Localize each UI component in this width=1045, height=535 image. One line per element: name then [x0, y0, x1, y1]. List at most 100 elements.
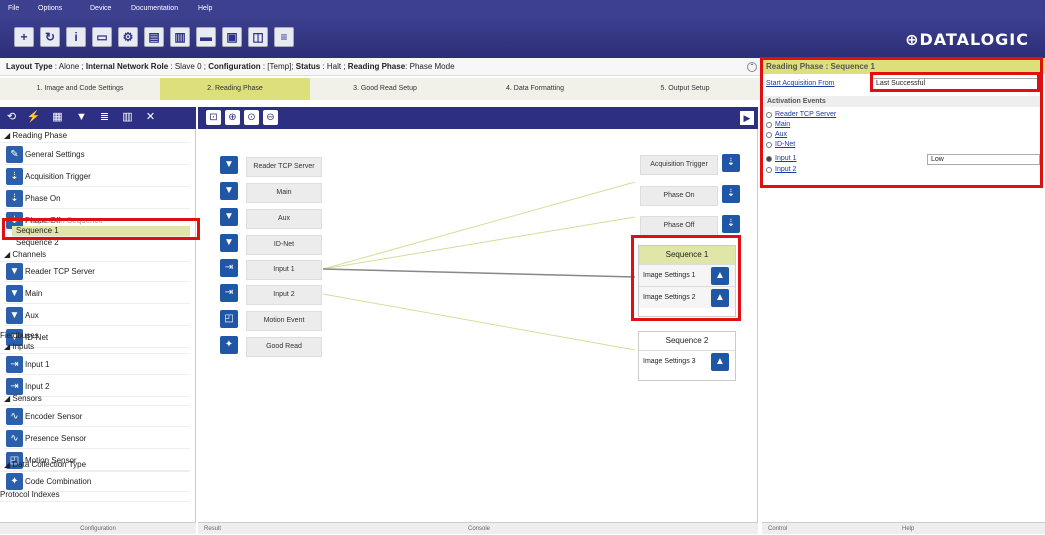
logo-mark-icon: ⊕ — [905, 30, 920, 49]
display-icon[interactable]: ▬ — [196, 27, 216, 47]
trigger-icon: ⇣ — [6, 168, 23, 185]
node-id-net[interactable]: ID-Net — [246, 235, 322, 255]
node-phase-on[interactable]: Phase On — [640, 186, 718, 206]
tree-label: General Settings — [25, 150, 85, 159]
input-icon: ⇥ — [6, 378, 23, 395]
sequence-1-block[interactable]: Sequence 1 Image Settings 1 ▲ Image Setti… — [638, 245, 736, 317]
event-label: Input 2 — [775, 166, 797, 173]
status-info-bar: Layout Type : Alone ; Internal Network R… — [0, 58, 760, 76]
configuration-tree-panel: ⟲ ⚡ ▦ ▼ ≣ ▥ ✕ ◢ Reading Phase ✎ General S… — [0, 107, 196, 534]
configuration-tab[interactable]: Configuration — [0, 522, 196, 534]
node-main[interactable]: Main — [246, 183, 322, 203]
tree-encoder-sensor[interactable]: ∿ Encoder Sensor — [4, 406, 190, 427]
image-settings-label: Image Settings 1 — [643, 272, 696, 279]
trigger-icon: ⇣ — [6, 190, 23, 207]
node-input-2[interactable]: Input 2 — [246, 285, 322, 305]
result-tab[interactable]: Result — [204, 523, 221, 535]
step-reading-phase[interactable]: 2. Reading Phase — [160, 78, 310, 100]
collapse-up-icon[interactable]: ⌃ — [747, 62, 757, 72]
tree-label: Code Combination — [25, 477, 92, 486]
device-icon[interactable]: ▤ — [144, 27, 164, 47]
list-icon[interactable]: ≣ — [97, 110, 112, 125]
image-settings-label: Image Settings 2 — [643, 294, 696, 301]
event-main[interactable]: Main — [766, 121, 790, 131]
activation-events-header: Activation Events — [764, 96, 1042, 107]
tree-fieldbuses[interactable]: Fieldbuses — [0, 331, 190, 341]
info-icon[interactable]: i — [66, 27, 86, 47]
configuration-value: [Temp] — [267, 62, 292, 71]
combination-icon: ✦ — [220, 336, 238, 354]
help-tab[interactable]: Help — [902, 523, 914, 535]
screen-icon[interactable]: ▣ — [222, 27, 242, 47]
tree-main[interactable]: ▼ Main — [4, 283, 190, 304]
reading-icon[interactable]: ⟲ — [4, 110, 19, 125]
node-aux[interactable]: Aux — [246, 209, 322, 229]
tree-presence-sensor[interactable]: ∿ Presence Sensor — [4, 428, 190, 449]
network-icon[interactable]: ◫ — [248, 27, 268, 47]
settings-icon[interactable]: ⚙ — [118, 27, 138, 47]
channel-icon[interactable]: ▼ — [74, 110, 89, 125]
menu-device[interactable]: Device — [90, 5, 111, 12]
node-motion-event[interactable]: Motion Event — [246, 311, 322, 331]
control-tab[interactable]: Control — [768, 523, 787, 535]
tree-sequence-2[interactable]: Sequence 2 — [12, 238, 190, 250]
tree-sequence-1[interactable]: Sequence 1 — [12, 226, 190, 237]
console-tab[interactable]: Console — [468, 523, 490, 535]
add-icon[interactable]: + — [14, 27, 34, 47]
event-input-2[interactable]: Input 2 — [766, 166, 796, 176]
event-aux[interactable]: Aux — [766, 131, 787, 141]
trigger-icon: ⇣ — [722, 154, 740, 172]
event-input-1[interactable]: Input 1 — [766, 155, 796, 165]
menu-bar: File Options Device Documentation Help — [0, 0, 1045, 20]
refresh-icon[interactable]: ↻ — [40, 27, 60, 47]
encoder-icon[interactable]: ⚡ — [26, 110, 41, 125]
export-icon[interactable]: ≡ — [274, 27, 294, 47]
grid-icon[interactable]: ▦ — [50, 110, 65, 125]
sequence-2-block[interactable]: Sequence 2 Image Settings 3 ▲ — [638, 331, 736, 381]
tree-inputs[interactable]: ◢ Inputs — [0, 342, 190, 354]
tree-reading-phase[interactable]: ◢ Reading Phase — [0, 131, 190, 143]
tree-aux[interactable]: ▼ Aux — [4, 305, 190, 326]
node-phase-off[interactable]: Phase Off — [640, 216, 718, 236]
tree-reader-tcp-server[interactable]: ▼ Reader TCP Server — [4, 261, 190, 282]
tree-sensors[interactable]: ◢ Sensors — [0, 394, 190, 406]
radio-icon — [766, 141, 772, 148]
start-acquisition-label[interactable]: Start Acquisition From — [766, 80, 834, 87]
image-settings-2[interactable]: Image Settings 2 ▲ — [639, 286, 735, 308]
reading-phase-value: Phase Mode — [409, 62, 455, 71]
window-icon[interactable]: ▭ — [92, 27, 112, 47]
event-label: Input 1 — [775, 155, 797, 162]
tree-acquisition-trigger[interactable]: ⇣ Acquisition Trigger — [4, 166, 190, 187]
menu-documentation[interactable]: Documentation — [131, 5, 178, 12]
image-settings-1[interactable]: Image Settings 1 ▲ — [639, 264, 735, 286]
input-1-level-select[interactable]: Low — [927, 154, 1040, 165]
event-reader-tcp-server[interactable]: Reader TCP Server — [766, 111, 836, 121]
menu-options[interactable]: Options — [38, 5, 62, 12]
channel-icon: ▼ — [220, 208, 238, 226]
device-monitor-icon[interactable]: ▥ — [170, 27, 190, 47]
event-label: ID-Net — [775, 141, 796, 148]
image-settings-3[interactable]: Image Settings 3 ▲ — [639, 350, 735, 372]
node-input-1[interactable]: Input 1 — [246, 260, 322, 280]
menu-help[interactable]: Help — [198, 5, 212, 12]
chart-icon[interactable]: ▥ — [120, 110, 135, 125]
node-acquisition-trigger[interactable]: Acquisition Trigger — [640, 155, 718, 175]
step-output-setup[interactable]: 5. Output Setup — [610, 78, 760, 100]
radio-icon — [766, 121, 772, 128]
tree-general-settings[interactable]: ✎ General Settings — [4, 144, 190, 165]
combination-icon: ✦ — [6, 473, 23, 490]
tree-phase-on[interactable]: ⇣ Phase On — [4, 188, 190, 209]
step-image-code-settings[interactable]: 1. Image and Code Settings — [0, 78, 160, 100]
event-id-net[interactable]: ID-Net — [766, 141, 795, 151]
start-acquisition-select[interactable]: Last Successful — [872, 78, 1040, 91]
node-reader-tcp-server[interactable]: Reader TCP Server — [246, 157, 322, 177]
tree-input-1[interactable]: ⇥ Input 1 — [4, 354, 190, 375]
tree-protocol-indexes[interactable]: Protocol Indexes — [0, 490, 190, 502]
console-bar: Result Console — [198, 522, 758, 534]
step-good-read-setup[interactable]: 3. Good Read Setup — [310, 78, 460, 100]
step-data-formatting[interactable]: 4. Data Formatting — [460, 78, 610, 100]
menu-file[interactable]: File — [8, 5, 19, 12]
tree-code-combination[interactable]: ✦ Code Combination — [4, 471, 190, 492]
delete-icon[interactable]: ✕ — [143, 110, 158, 125]
node-good-read[interactable]: Good Read — [246, 337, 322, 357]
